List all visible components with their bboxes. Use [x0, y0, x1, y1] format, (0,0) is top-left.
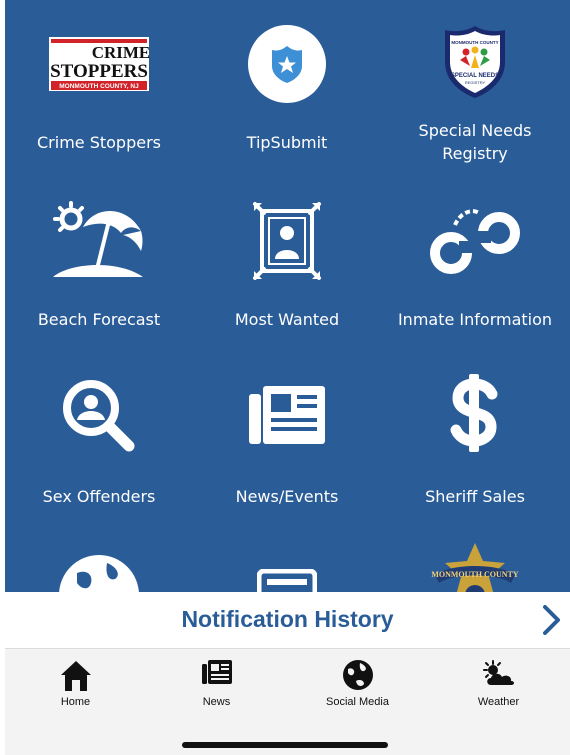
dollar-icon: [450, 370, 500, 460]
tile-beach-forecast[interactable]: Beach Forecast: [5, 177, 193, 354]
menu-grid: CRIME STOPPERS MONMOUTH COUNTY, NJ Crime…: [5, 0, 570, 592]
tab-bar: Home News Social Media Weather: [5, 649, 570, 755]
chevron-right-icon[interactable]: [540, 604, 562, 640]
tile-label: TipSubmit: [246, 133, 328, 152]
handcuffs-icon: [427, 203, 523, 283]
tab-label: Home: [60, 696, 91, 708]
notification-history-bar[interactable]: Notification History: [5, 592, 570, 649]
tile-news-events[interactable]: News/Events: [193, 354, 381, 531]
police-badge-icon: [247, 24, 327, 108]
tab-weather[interactable]: Weather: [428, 649, 569, 719]
svg-text:MONMOUTH COUNTY: MONMOUTH COUNTY: [451, 40, 498, 45]
tab-label: News: [202, 696, 231, 708]
tile-special-needs-registry[interactable]: MONMOUTH COUNTY SPECIAL NEEDS REGISTRY S…: [381, 0, 569, 177]
tile-crime-stoppers[interactable]: CRIME STOPPERS MONMOUTH COUNTY, NJ Crime…: [5, 0, 193, 177]
notification-history-title: Notification History: [181, 606, 394, 632]
tab-label: Social Media: [326, 696, 389, 708]
newspaper-icon: [247, 384, 327, 450]
home-indicator: [182, 742, 388, 748]
wanted-poster-icon: [252, 201, 322, 285]
tile-label: Special Needs Registry: [418, 121, 532, 163]
tab-news[interactable]: News: [146, 649, 287, 719]
tab-label: Weather: [477, 696, 520, 708]
sheriff-badge-logo: MONMOUTH COUNTY: [427, 541, 523, 592]
tab-home[interactable]: Home: [5, 649, 146, 719]
search-person-icon: [59, 376, 139, 460]
tab-social-media[interactable]: Social Media: [287, 649, 428, 719]
tile-label: Beach Forecast: [37, 310, 161, 329]
tile-inmate-information[interactable]: Inmate Information: [381, 177, 569, 354]
tile-globe[interactable]: [5, 531, 193, 592]
crime-stoppers-logo: CRIME STOPPERS MONMOUTH COUNTY, NJ: [49, 37, 150, 95]
special-needs-registry-logo: MONMOUTH COUNTY SPECIAL NEEDS REGISTRY: [441, 24, 509, 104]
beach-umbrella-icon: [49, 201, 149, 287]
svg-text:REGISTRY: REGISTRY: [465, 80, 486, 85]
tile-label: Inmate Information: [397, 310, 553, 329]
home-icon: [60, 659, 92, 697]
tile-most-wanted[interactable]: Most Wanted: [193, 177, 381, 354]
svg-text:STOPPERS: STOPPERS: [50, 61, 148, 82]
tile-label: News/Events: [235, 487, 339, 506]
svg-text:MONMOUTH COUNTY: MONMOUTH COUNTY: [431, 570, 519, 579]
tile-sheriff-sales[interactable]: Sheriff Sales: [381, 354, 569, 531]
newspaper-icon: [201, 659, 233, 689]
globe-icon: [57, 553, 141, 592]
svg-text:CRIME: CRIME: [92, 43, 149, 62]
tile-label: Sex Offenders: [42, 487, 156, 506]
tile-label: Crime Stoppers: [37, 133, 161, 152]
svg-text:SPECIAL NEEDS: SPECIAL NEEDS: [451, 73, 499, 79]
tile-photo[interactable]: [193, 531, 381, 592]
tile-sex-offenders[interactable]: Sex Offenders: [5, 354, 193, 531]
globe-icon: [342, 659, 374, 695]
tile-sheriff-badge[interactable]: MONMOUTH COUNTY: [381, 531, 569, 592]
sun-cloud-icon: [481, 659, 517, 693]
tile-label: Sheriff Sales: [425, 487, 525, 506]
svg-text:MONMOUTH COUNTY, NJ: MONMOUTH COUNTY, NJ: [59, 83, 139, 90]
photo-frame-icon: [256, 568, 318, 592]
tile-label: Most Wanted: [234, 310, 340, 329]
tile-tipsubmit[interactable]: TipSubmit: [193, 0, 381, 177]
